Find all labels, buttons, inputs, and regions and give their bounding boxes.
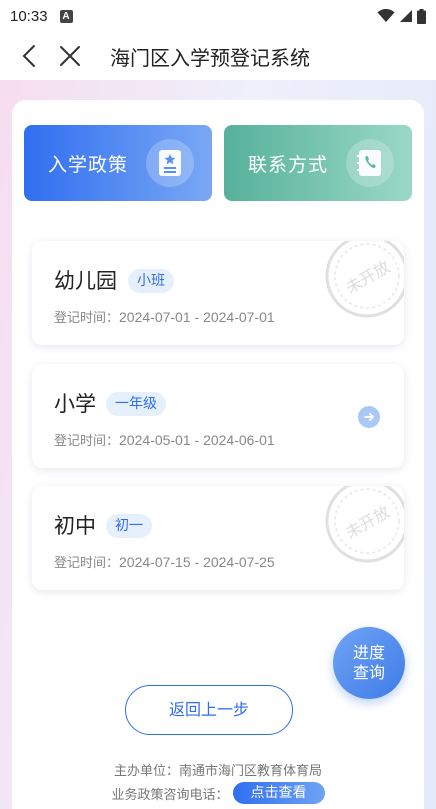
registration-time-label: 登记时间： — [54, 556, 120, 571]
progress-query-button[interactable]: 进度 查询 — [333, 627, 405, 699]
status-time: 10:33 — [10, 7, 48, 25]
arrow-right-icon[interactable] — [358, 406, 380, 428]
grade-tag: 初一 — [106, 514, 152, 538]
school-name: 幼儿园 — [54, 269, 117, 293]
wifi-icon — [377, 9, 395, 22]
stamp-status-text: 未开放 — [342, 257, 393, 297]
contact-info-button[interactable]: 联系方式 — [224, 125, 412, 201]
school-name: 小学 — [54, 392, 96, 416]
registration-time-value: 2024-05-01 - 2024-06-01 — [119, 432, 275, 448]
status-bar: 10:33 A — [0, 0, 436, 32]
registration-time-value: 2024-07-15 - 2024-07-25 — [119, 554, 275, 570]
phone-book-icon — [346, 139, 394, 187]
school-card-primary[interactable]: 小学 一年级 登记时间：2024-05-01 - 2024-06-01 — [32, 364, 404, 468]
school-card-junior-high[interactable]: 初中 初一 登记时间：2024-07-15 - 2024-07-25 未开放 — [32, 486, 404, 590]
registration-time-label: 登记时间： — [54, 434, 120, 449]
phone-label: 业务政策咨询电话： — [111, 787, 229, 803]
notification-icon: A — [59, 9, 73, 23]
view-phone-button[interactable]: 点击查看 — [232, 782, 325, 804]
school-name: 初中 — [54, 514, 96, 538]
signal-icon — [400, 10, 412, 22]
page-title: 海门区入学预登记系统 — [110, 46, 310, 70]
registration-time: 登记时间：2024-05-01 - 2024-06-01 — [54, 430, 275, 449]
battery-icon — [417, 8, 426, 24]
stamp-status-text: 未开放 — [342, 502, 393, 542]
status-icons — [377, 8, 426, 24]
grade-tag: 一年级 — [106, 392, 166, 416]
registration-time: 登记时间：2024-07-01 - 2024-07-01 — [54, 307, 275, 326]
nav-bar: 海门区入学预登记系统 — [0, 32, 436, 80]
close-icon[interactable] — [58, 44, 82, 68]
registration-time-value: 2024-07-01 - 2024-07-01 — [119, 309, 275, 325]
registration-time: 登记时间：2024-07-15 - 2024-07-25 — [54, 552, 275, 571]
registration-time-label: 登记时间： — [54, 311, 120, 326]
back-step-button[interactable]: 返回上一步 — [125, 685, 293, 735]
grade-tag: 小班 — [128, 269, 174, 293]
school-card-kindergarten[interactable]: 幼儿园 小班 登记时间：2024-07-01 - 2024-07-01 未开放 — [32, 241, 404, 345]
not-open-stamp-icon: 未开放 — [325, 486, 404, 563]
enrollment-policy-button[interactable]: 入学政策 — [24, 125, 212, 201]
contact-info-label: 联系方式 — [248, 153, 329, 176]
progress-query-line2: 查询 — [352, 663, 385, 682]
back-arrow-icon[interactable] — [18, 44, 42, 68]
policy-document-icon — [146, 139, 194, 187]
enrollment-policy-label: 入学政策 — [48, 153, 129, 176]
not-open-stamp-icon: 未开放 — [325, 241, 404, 318]
organizer-text: 主办单位：南通市海门区教育体育局 — [113, 764, 322, 779]
progress-query-line1: 进度 — [352, 643, 385, 662]
phone-row: 业务政策咨询电话： 点击查看 — [0, 782, 436, 804]
